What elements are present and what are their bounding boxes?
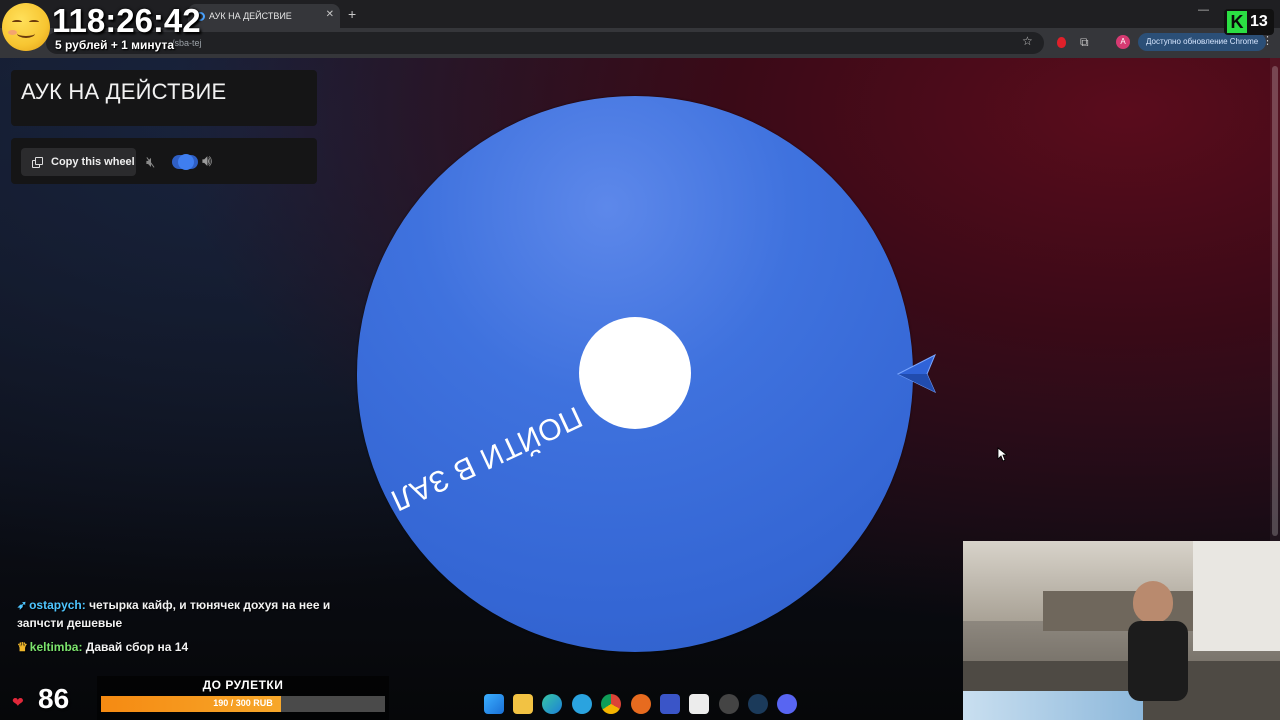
webcam-feed	[963, 541, 1280, 720]
minimize-icon[interactable]: —	[1198, 4, 1209, 16]
goal-title: ДО РУЛЕТКИ	[202, 678, 284, 692]
timer-subtitle: 5 рублей + 1 минута	[55, 38, 175, 52]
sound-toggle-knob[interactable]	[178, 154, 194, 170]
edge-icon[interactable]	[542, 694, 562, 714]
smiling-emoji-icon	[2, 3, 50, 51]
menu-kebab-icon[interactable]: ⋮	[1262, 34, 1273, 47]
discord-icon[interactable]	[777, 694, 797, 714]
telegram-icon[interactable]	[572, 694, 592, 714]
profile-avatar[interactable]: A	[1116, 35, 1130, 49]
pointer-icon	[896, 353, 937, 394]
chat-overlay: ➶ ostapych: четырка кайф, и тюнячек дохуя…	[17, 596, 367, 662]
chart-app-icon[interactable]	[660, 694, 680, 714]
heart-icon: ❤	[12, 694, 24, 710]
rocket-badge-icon: ➶	[17, 598, 28, 612]
puzzle-icon[interactable]: ⧉	[1080, 35, 1089, 50]
chat-username: ostapych:	[29, 598, 86, 612]
volume-icon[interactable]: 🔊︎	[202, 153, 212, 171]
chrome-update-button[interactable]: Доступно обновление Chrome	[1138, 33, 1267, 51]
new-tab-button[interactable]: +	[348, 6, 356, 22]
obs-icon[interactable]	[719, 694, 739, 714]
crown-badge-icon: ♛	[17, 640, 28, 654]
copy-wheel-label: Copy this wheel	[51, 156, 135, 168]
close-tab-icon[interactable]: ✕	[326, 9, 334, 20]
subs-count: 86	[38, 683, 70, 714]
chat-message: ♛ keltimba: Давай сбор на 14	[17, 638, 367, 656]
mute-icon[interactable]: 🔇︎	[146, 154, 155, 171]
ruby-extension-icon[interactable]	[1057, 37, 1066, 48]
tab-auk[interactable]: АУК НА ДЕЙСТВИЕ ✕	[188, 4, 340, 28]
windows-start-icon[interactable]	[484, 694, 504, 714]
steam-icon[interactable]	[748, 694, 768, 714]
viewer-badge: K 13	[1224, 9, 1274, 35]
recorder-icon[interactable]	[631, 694, 651, 714]
chrome-icon[interactable]	[601, 694, 621, 714]
wheel-hub[interactable]	[579, 317, 691, 429]
star-icon[interactable]: ☆	[1022, 34, 1033, 48]
chat-text: Давай сбор на 14	[82, 640, 189, 654]
cursor-icon	[997, 447, 1007, 462]
scrollbar-thumb[interactable]	[1272, 66, 1278, 536]
viewer-count: 13	[1250, 13, 1268, 30]
page-title: АУК НА ДЕЙСТВИЕ	[21, 79, 227, 104]
file-explorer-icon[interactable]	[513, 694, 533, 714]
chat-username: keltimba:	[29, 640, 83, 654]
chat-message: ➶ ostapych: четырка кайф, и тюнячек дохуя…	[17, 596, 367, 632]
copy-icon	[32, 156, 43, 168]
snip-tool-icon[interactable]	[689, 694, 709, 714]
copy-wheel-button[interactable]: Copy this wheel	[21, 148, 136, 176]
kick-logo-icon: K	[1227, 11, 1247, 33]
tab-title: АУК НА ДЕЙСТВИЕ	[209, 11, 292, 21]
subathon-timer: 118:26:42	[52, 2, 201, 39]
goal-progress-label: 190 / 300 RUB	[213, 698, 273, 708]
